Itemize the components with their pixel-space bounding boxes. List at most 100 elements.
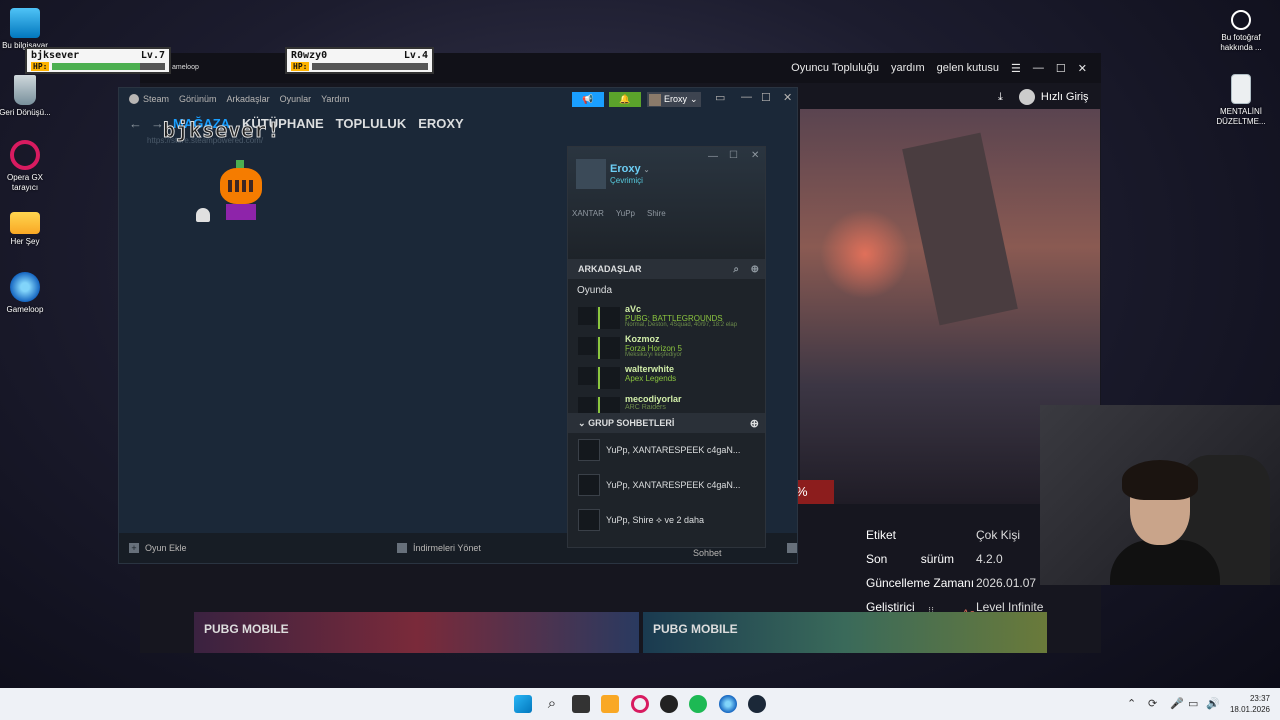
ingame-group-label: Oyunda [577, 285, 613, 296]
microphone-icon[interactable]: 🎤 [1170, 697, 1184, 710]
group-chat-row[interactable]: YuPp, XANTARESPEEK c4gaN... [568, 433, 765, 468]
avatar [578, 367, 596, 385]
banner-pubg-1[interactable]: PUBG MOBILE [194, 612, 639, 653]
avatar[interactable] [576, 159, 606, 189]
chevron-up-icon[interactable]: ⌃ [1127, 697, 1136, 710]
info-key-part: sürüm [920, 552, 955, 566]
desktop-icon-recycle-bin[interactable]: Geri Dönüşü... [0, 75, 54, 118]
group-chats-label-text: GRUP SOHBETLERİ [588, 417, 675, 428]
gameloop-label: ameloop [172, 64, 199, 71]
spotify-icon[interactable] [689, 695, 707, 713]
sync-icon[interactable]: ⟳ [1148, 697, 1157, 710]
steam-icon[interactable] [748, 695, 766, 713]
pet-body-shape [226, 204, 256, 220]
desktop-icon-opera-gx[interactable]: Opera GX tarayıcı [0, 140, 54, 193]
friends-user-name[interactable]: Eroxy ⌄ [610, 163, 650, 175]
add-friend-icon[interactable]: ⊕ [751, 264, 759, 275]
maximize-icon[interactable]: ☐ [761, 91, 771, 104]
group-chats-label: ⌄ GRUP SOHBETLERİ [578, 418, 674, 429]
menu-view[interactable]: Görünüm [179, 94, 217, 104]
gameloop-icon[interactable] [719, 695, 737, 713]
help-link[interactable]: yardım [891, 62, 925, 74]
minimize-icon[interactable]: — [708, 151, 718, 162]
download-icon[interactable]: ⤓ [998, 91, 1003, 104]
friends-section-header[interactable]: ARKADAŞLAR ⌕ ⊕ [568, 259, 765, 279]
forward-arrow-icon[interactable]: → [151, 116, 164, 131]
close-icon[interactable]: ✕ [783, 91, 792, 104]
quick-login[interactable]: ⤓ Hızlı Giriş [998, 89, 1089, 105]
minimize-icon[interactable]: — [1033, 62, 1044, 74]
info-key: Güncelleme Zamanı [866, 576, 975, 590]
group-chat-row[interactable]: YuPp, XANTARESPEEK c4gaN... [568, 468, 765, 503]
maximize-icon[interactable]: ☐ [729, 150, 738, 161]
menu-friends[interactable]: Arkadaşlar [227, 94, 270, 104]
notification-bell-icon[interactable]: 🔔 [609, 92, 641, 107]
recycle-bin-icon [14, 75, 36, 105]
desktop-icon-gameloop[interactable]: Gameloop [0, 272, 54, 315]
friend-row[interactable]: walterwhite Apex Legends [568, 363, 765, 393]
info-key-part: Son [866, 552, 888, 566]
friend-row[interactable]: aVc PUBG: BATTLEGROUNDS Normal, Deston, … [568, 303, 765, 333]
pumpkin-stem-shape [236, 160, 244, 168]
announcement-icon[interactable]: 📢 [572, 92, 604, 107]
add-game-button[interactable]: + Oyun Ekle [129, 543, 187, 553]
avatar [598, 367, 620, 389]
community-link[interactable]: Oyuncu Topluluğu [791, 62, 879, 74]
volume-icon[interactable]: 🔊 [1206, 697, 1220, 710]
player2-name: R0wzy0 [291, 50, 328, 61]
hp-track [312, 63, 428, 70]
file-explorer-icon[interactable] [601, 695, 619, 713]
close-icon[interactable]: ✕ [751, 150, 759, 161]
desktop-icon-document[interactable]: MENTALİNİ DÜZELTME... [1212, 74, 1270, 127]
monitor-icon[interactable]: ▭ [715, 91, 725, 104]
chat-tab[interactable]: YuPp [616, 209, 635, 218]
desktop-icon-photo-info[interactable]: Bu fotoğraf hakkında ... [1212, 10, 1270, 53]
desktop-icon-label: MENTALİNİ DÜZELTME... [1216, 107, 1266, 126]
chat-tab[interactable]: Shire [647, 209, 666, 218]
desktop-icon-label: Bu fotoğraf hakkında ... [1220, 33, 1262, 52]
group-chat-title: YuPp, XANTARESPEEK c4gaN... [606, 480, 741, 490]
search-icon[interactable]: ⌕ [543, 695, 561, 713]
friend-game: ARC Raiders [625, 404, 666, 411]
desktop-icon-this-pc[interactable]: Bu bilgisayar [0, 8, 54, 51]
webcam-hair-shape [1122, 460, 1198, 500]
friends-list-window[interactable]: Eroxy ⌄ Çevrimiçi — ☐ ✕ XANTAR YuPp Shir… [567, 146, 766, 548]
back-arrow-icon[interactable]: ← [129, 116, 142, 131]
friend-row[interactable]: mecodiyorlar ARC Raiders [568, 393, 765, 413]
search-icon[interactable]: ⌕ [733, 264, 739, 275]
windows-start-icon[interactable] [514, 695, 532, 713]
account-name: Eroxy [664, 94, 688, 104]
chevron-down-icon: ⌄ [643, 167, 650, 174]
obs-icon[interactable] [660, 695, 678, 713]
banner-pubg-2[interactable]: PUBG MOBILE [643, 612, 1047, 653]
info-value: 2026.01.07 [976, 576, 1037, 590]
inbox-link[interactable]: gelen kutusu [937, 62, 999, 74]
menu-steam[interactable]: Steam [143, 94, 169, 104]
desktop-icon-everything[interactable]: Her Şey [0, 206, 54, 247]
maximize-icon[interactable]: ☐ [1056, 62, 1066, 75]
opera-icon[interactable] [631, 695, 649, 713]
chat-tab[interactable]: XANTAR [572, 209, 604, 218]
group-chats-header[interactable]: ⌄ GRUP SOHBETLERİ ⊕ [568, 413, 765, 433]
friend-game: Apex Legends [625, 374, 677, 383]
clock[interactable]: 23:37 18.01.2026 [1230, 693, 1270, 715]
account-menu[interactable]: Eroxy ⌄ [647, 92, 701, 107]
menu-icon[interactable]: ☰ [1011, 62, 1021, 75]
info-key: Etiket [866, 528, 897, 542]
group-chat-title: YuPp, Shire ⟡ ve 2 daha [606, 515, 705, 525]
friend-row[interactable]: Kozmoz Forza Horizon 5 Meksika'yı keşfed… [568, 333, 765, 363]
menu-games[interactable]: Oyunlar [280, 94, 312, 104]
manage-downloads-button[interactable]: İndirmeleri Yönet [397, 543, 481, 553]
avatar [598, 337, 620, 359]
avatar [649, 93, 661, 106]
task-view-icon[interactable] [572, 695, 590, 713]
close-icon[interactable]: ✕ [1078, 62, 1087, 75]
menu-help[interactable]: Yardım [321, 94, 349, 104]
nav-profile[interactable]: EROXY [418, 116, 464, 131]
add-game-label: Oyun Ekle [145, 543, 187, 553]
add-group-icon[interactable]: ⊕ [750, 417, 759, 430]
network-icon[interactable]: ▭ [1188, 697, 1198, 710]
minimize-icon[interactable]: — [741, 91, 752, 103]
group-chat-row[interactable]: YuPp, Shire ⟡ ve 2 daha [568, 503, 765, 538]
nav-community[interactable]: TOPLULUK [336, 116, 407, 131]
